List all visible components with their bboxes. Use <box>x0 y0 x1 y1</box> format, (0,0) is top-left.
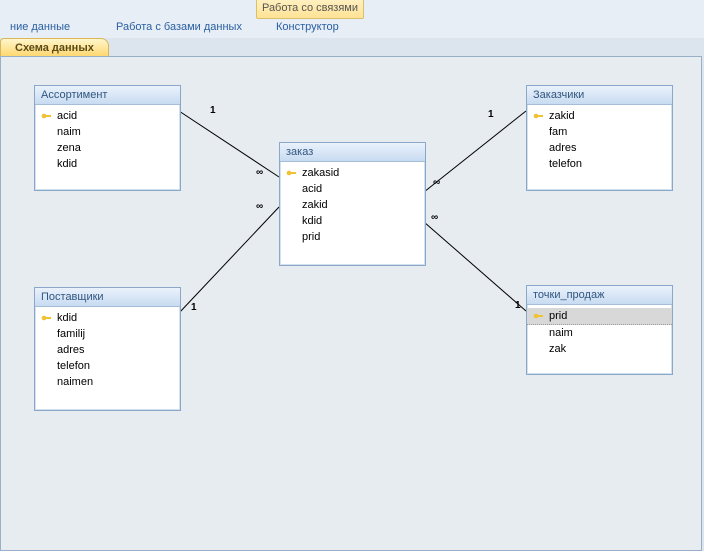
table-title[interactable]: Заказчики <box>527 86 672 105</box>
table-window[interactable]: Поставщикиkdidfamilijadrestelefonnaimen <box>34 287 181 411</box>
table-field[interactable]: telefon <box>35 358 180 374</box>
table-field-pk[interactable]: prid <box>527 308 672 325</box>
table-field[interactable]: naim <box>35 124 180 140</box>
cardinality-one: 1 <box>210 105 216 116</box>
table-field[interactable]: naimen <box>35 374 180 390</box>
ribbon-group-label[interactable]: ние данные <box>4 20 76 34</box>
document-tab-bar: Схема данных <box>0 38 704 56</box>
cardinality-one: 1 <box>515 300 521 311</box>
ribbon-group-label[interactable]: Конструктор <box>270 20 345 34</box>
relationships-canvas[interactable]: 1∞1∞1∞1∞ АссортиментacidnaimzenakdidЗака… <box>0 56 702 551</box>
table-title[interactable]: Поставщики <box>35 288 180 307</box>
table-field[interactable]: familij <box>35 326 180 342</box>
ribbon-tab-active[interactable]: Работа со связями <box>256 0 364 19</box>
table-window[interactable]: Ассортиментacidnaimzenakdid <box>34 85 181 191</box>
table-field-list: zakasidacidzakidkdidprid <box>280 162 425 251</box>
table-field[interactable]: naim <box>527 325 672 341</box>
ribbon-group-label[interactable]: Работа с базами данных <box>110 20 248 34</box>
cardinality-many: ∞ <box>431 212 438 223</box>
table-window[interactable]: Заказчикиzakidfamadrestelefon <box>526 85 673 191</box>
table-title[interactable]: Ассортимент <box>35 86 180 105</box>
table-window[interactable]: точки_продажpridnaimzak <box>526 285 673 375</box>
table-field-list: kdidfamilijadrestelefonnaimen <box>35 307 180 396</box>
relationship-line[interactable] <box>424 222 526 311</box>
table-field[interactable]: telefon <box>527 156 672 172</box>
table-field-list: zakidfamadrestelefon <box>527 105 672 178</box>
relationship-line[interactable] <box>179 111 279 177</box>
table-field[interactable]: zena <box>35 140 180 156</box>
table-title[interactable]: заказ <box>280 143 425 162</box>
table-title[interactable]: точки_продаж <box>527 286 672 305</box>
table-field[interactable]: fam <box>527 124 672 140</box>
cardinality-many: ∞ <box>256 167 263 178</box>
table-field-list: acidnaimzenakdid <box>35 105 180 178</box>
cardinality-one: 1 <box>488 109 494 120</box>
cardinality-one: 1 <box>191 302 197 313</box>
table-field-pk[interactable]: kdid <box>35 310 180 326</box>
table-field-list: pridnaimzak <box>527 305 672 363</box>
table-field[interactable]: kdid <box>280 213 425 229</box>
cardinality-many: ∞ <box>256 201 263 212</box>
table-field[interactable]: kdid <box>35 156 180 172</box>
table-field[interactable]: adres <box>35 342 180 358</box>
table-field-pk[interactable]: acid <box>35 108 180 124</box>
table-field[interactable]: adres <box>527 140 672 156</box>
table-field[interactable]: zak <box>527 341 672 357</box>
ribbon: Работа со связями ние данные Работа с ба… <box>0 0 704 39</box>
cardinality-many: ∞ <box>433 177 440 188</box>
document-tab[interactable]: Схема данных <box>0 38 109 57</box>
relationship-line[interactable] <box>179 207 279 313</box>
table-field[interactable]: zakid <box>280 197 425 213</box>
table-field-pk[interactable]: zakid <box>527 108 672 124</box>
table-field[interactable]: acid <box>280 181 425 197</box>
table-field-pk[interactable]: zakasid <box>280 165 425 181</box>
table-field[interactable]: prid <box>280 229 425 245</box>
relationship-line[interactable] <box>424 111 526 192</box>
table-window[interactable]: заказzakasidacidzakidkdidprid <box>279 142 426 266</box>
